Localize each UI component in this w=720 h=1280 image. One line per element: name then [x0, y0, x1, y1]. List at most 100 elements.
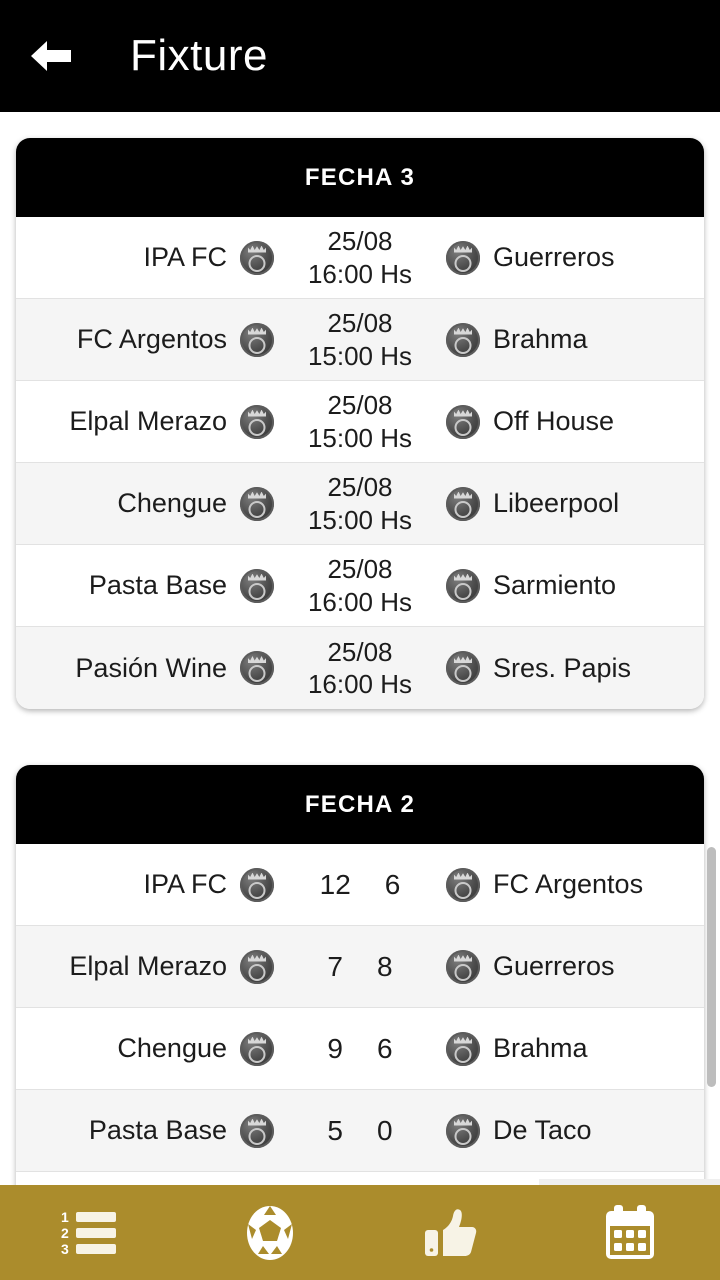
away-score: 6 [384, 868, 401, 900]
home-team-name: IPA FC [143, 869, 227, 899]
away-score: 0 [377, 1114, 393, 1146]
table-row[interactable]: IPA FC 25/08 16:00 Hs Guerreros [16, 217, 704, 299]
table-row[interactable]: Pasta Base 25/08 16:00 Hs Sarmiento [16, 545, 704, 627]
away-team-name: FC Argentos [493, 869, 644, 899]
match-time: 16:00 Hs [307, 669, 413, 699]
match-date: 25/08 [327, 390, 393, 420]
card-title: FECHA 3 [16, 138, 704, 217]
soccer-ball-icon [247, 1205, 293, 1260]
match-score: 12 6 [274, 869, 446, 901]
away-team-crest-icon [446, 949, 480, 984]
page-title: Fixture [130, 31, 268, 80]
away-team-name: De Taco [493, 1115, 592, 1145]
away-team-crest-icon [446, 1113, 480, 1148]
away-team-crest-icon [446, 651, 480, 685]
home-team-crest-icon [240, 1113, 274, 1148]
home-team-crest-icon [240, 486, 274, 521]
home-team-name: Pasión Wine [75, 652, 227, 683]
home-team-crest-icon [240, 867, 274, 902]
match-schedule: 25/08 16:00 Hs [274, 553, 446, 618]
away-team-name: Brahma [493, 1033, 588, 1063]
home-team-name: Pasta Base [88, 570, 227, 600]
nav-matches[interactable] [180, 1185, 360, 1280]
match-score: 9 6 [274, 1033, 446, 1065]
table-row[interactable]: IPA FC 12 6 FC Argentos [16, 844, 704, 926]
away-team-crest-icon [446, 1031, 480, 1066]
fixture-scroll-area[interactable]: FECHA 3 IPA FC 25/08 16:00 Hs Guerreros … [0, 112, 720, 1185]
home-team-name: Chengue [117, 488, 227, 518]
home-team-crest-icon [240, 651, 274, 685]
away-team-name: Sarmiento [493, 570, 617, 600]
home-team-name: Pasta Base [88, 1115, 227, 1145]
away-team-crest-icon [446, 486, 480, 521]
thumbs-up-icon [425, 1208, 477, 1256]
home-team-crest-icon [240, 1031, 274, 1066]
svg-text:3: 3 [61, 1241, 69, 1257]
match-schedule: 25/08 15:00 Hs [274, 307, 446, 372]
away-team-crest-icon [446, 240, 480, 275]
home-team-name: Elpal Merazo [69, 951, 227, 981]
away-score: 6 [377, 1032, 393, 1064]
match-time: 16:00 Hs [307, 258, 413, 289]
away-team-crest-icon [446, 568, 480, 603]
match-score: 5 0 [274, 1115, 446, 1147]
nav-likes[interactable] [360, 1185, 540, 1280]
back-button[interactable] [14, 19, 88, 93]
ordered-list-icon: 1 2 3 [61, 1209, 116, 1257]
home-score: 7 [327, 950, 343, 982]
app-bar: Fixture [0, 0, 720, 112]
home-score: 9 [327, 1032, 343, 1064]
table-row[interactable]: Elpal Merazo 7 8 Guerreros [16, 926, 704, 1008]
home-team-crest-icon [240, 322, 274, 357]
match-time: 15:00 Hs [307, 340, 413, 371]
scroll-position-indicator [539, 1179, 720, 1185]
match-date: 25/08 [327, 472, 393, 502]
fecha-card: FECHA 3 IPA FC 25/08 16:00 Hs Guerreros … [16, 138, 704, 709]
bottom-navigation-bar: 1 2 3 [0, 1179, 720, 1280]
home-team-name: IPA FC [143, 242, 227, 272]
table-row[interactable]: Elpal Merazo 25/08 15:00 Hs Off House [16, 381, 704, 463]
match-time: 15:00 Hs [307, 422, 413, 453]
svg-text:2: 2 [61, 1225, 69, 1241]
calendar-icon [606, 1204, 654, 1259]
away-team-name: Off House [493, 406, 615, 436]
match-time: 15:00 Hs [307, 504, 413, 535]
svg-text:1: 1 [61, 1209, 69, 1225]
table-row[interactable]: Chengue 25/08 15:00 Hs Libeerpool [16, 463, 704, 545]
away-score: 8 [377, 950, 393, 982]
match-time: 16:00 Hs [307, 586, 413, 617]
match-date: 25/08 [327, 554, 393, 584]
home-team-crest-icon [240, 568, 274, 603]
nav-fixture[interactable] [540, 1185, 720, 1280]
home-team-name: FC Argentos [76, 324, 227, 354]
match-schedule: 25/08 15:00 Hs [274, 471, 446, 536]
arrow-left-icon [31, 41, 71, 71]
home-team-name: Elpal Merazo [69, 406, 227, 436]
home-score: 12 [319, 868, 351, 900]
away-team-name: Brahma [493, 324, 588, 354]
home-score: 5 [327, 1114, 343, 1146]
card-title: FECHA 2 [16, 765, 704, 844]
home-team-name: Chengue [117, 1033, 227, 1063]
home-team-crest-icon [240, 949, 274, 984]
match-schedule: 25/08 15:00 Hs [274, 389, 446, 454]
away-team-name: Sres. Papis [493, 652, 632, 683]
away-team-crest-icon [446, 322, 480, 357]
table-row[interactable]: FC Argentos 25/08 15:00 Hs Brahma [16, 299, 704, 381]
table-row[interactable]: Chengue 9 6 Brahma [16, 1008, 704, 1090]
match-date: 25/08 [327, 226, 393, 256]
match-schedule: 25/08 16:00 Hs [274, 636, 446, 701]
table-row[interactable]: Pasta Base 5 0 De Taco [16, 1090, 704, 1172]
match-date: 25/08 [327, 636, 393, 667]
nav-standings[interactable]: 1 2 3 [0, 1185, 180, 1280]
away-team-crest-icon [446, 404, 480, 439]
home-team-crest-icon [240, 240, 274, 275]
home-team-crest-icon [240, 404, 274, 439]
vertical-scrollbar[interactable] [707, 847, 716, 1087]
table-row[interactable]: Pasión Wine 25/08 16:00 Hs Sres. Papis [16, 627, 704, 709]
away-team-name: Guerreros [493, 951, 615, 981]
fecha-card: FECHA 2 IPA FC 12 6 FC Argentos Elpal Me… [16, 765, 704, 1185]
away-team-crest-icon [446, 867, 480, 902]
away-team-name: Guerreros [493, 242, 615, 272]
match-date: 25/08 [327, 308, 393, 338]
